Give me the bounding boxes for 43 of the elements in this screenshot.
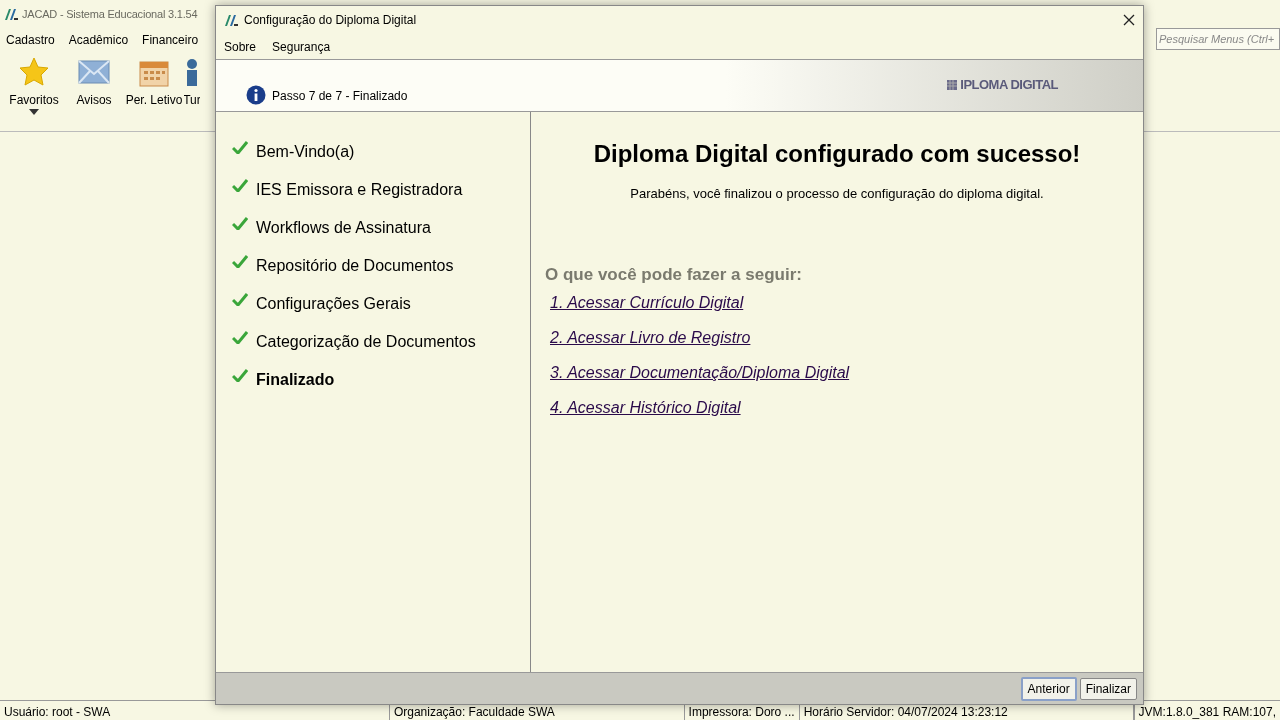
step-item: Categorização de Documentos xyxy=(232,330,514,368)
logo: IPLOMA DIGITAL xyxy=(947,74,1058,95)
check-icon xyxy=(232,216,248,230)
step-item: Finalizado xyxy=(232,368,514,406)
check-icon xyxy=(232,140,248,154)
link[interactable]: 1. Acessar Currículo Digital xyxy=(550,291,744,315)
link[interactable]: 4. Acessar Histórico Digital xyxy=(550,396,741,420)
app-title: JACAD - Sistema Educacional 3.1.54 xyxy=(22,6,198,22)
step-item: Configurações Gerais xyxy=(232,292,514,330)
step-item: Workflows de Assinatura xyxy=(232,216,514,254)
menu-item[interactable]: Sobre xyxy=(224,37,257,56)
app-logo-icon xyxy=(224,13,238,27)
menu-item[interactable]: Cadastro xyxy=(6,31,55,49)
check-icon xyxy=(232,254,248,268)
toolbar-button[interactable]: Tur xyxy=(184,56,200,109)
success-message: Parabéns, você finalizou o processo de configuração do diploma digital. xyxy=(629,185,1045,203)
dialog-button[interactable]: Finalizar xyxy=(1079,677,1137,700)
link[interactable]: 3. Acessar Documentação/Diploma Digital xyxy=(550,361,850,385)
toolbar-button[interactable]: Avisos xyxy=(64,56,124,109)
step-item: IES Emissora e Registradora xyxy=(232,178,514,216)
step-item: Repositório de Documentos xyxy=(232,254,514,292)
check-icon xyxy=(232,292,248,306)
close-icon[interactable] xyxy=(1123,14,1135,26)
toolbar-button[interactable]: Favoritos xyxy=(4,56,64,115)
dialog-title: Configuração do Diploma Digital xyxy=(244,12,417,29)
section-title: O que você pode fazer a seguir: xyxy=(545,263,803,286)
menu-item[interactable]: Segurança xyxy=(272,37,331,56)
link[interactable]: 2. Acessar Livro de Registro xyxy=(550,326,751,350)
check-icon xyxy=(232,178,248,192)
toolbar-button[interactable]: Per. Letivo xyxy=(124,56,184,109)
search-field[interactable]: Pesquisar Menus (Ctrl+ xyxy=(1156,28,1280,50)
step-item: Bem-Vindo(a) xyxy=(232,140,514,178)
logo-mark-icon xyxy=(947,79,958,90)
check-icon xyxy=(232,330,248,344)
check-icon xyxy=(232,368,248,382)
dialog-button[interactable]: Anterior xyxy=(1020,676,1077,701)
info-icon xyxy=(246,85,266,105)
menu-item[interactable]: Acadêmico xyxy=(68,31,129,49)
step-text: Passo 7 de 7 - Finalizado xyxy=(272,88,408,105)
star-icon xyxy=(18,56,50,88)
menu-item[interactable]: Financeiro xyxy=(142,31,199,49)
success-heading: Diploma Digital configurado com sucesso! xyxy=(592,139,1082,169)
app-logo-icon xyxy=(4,7,18,21)
